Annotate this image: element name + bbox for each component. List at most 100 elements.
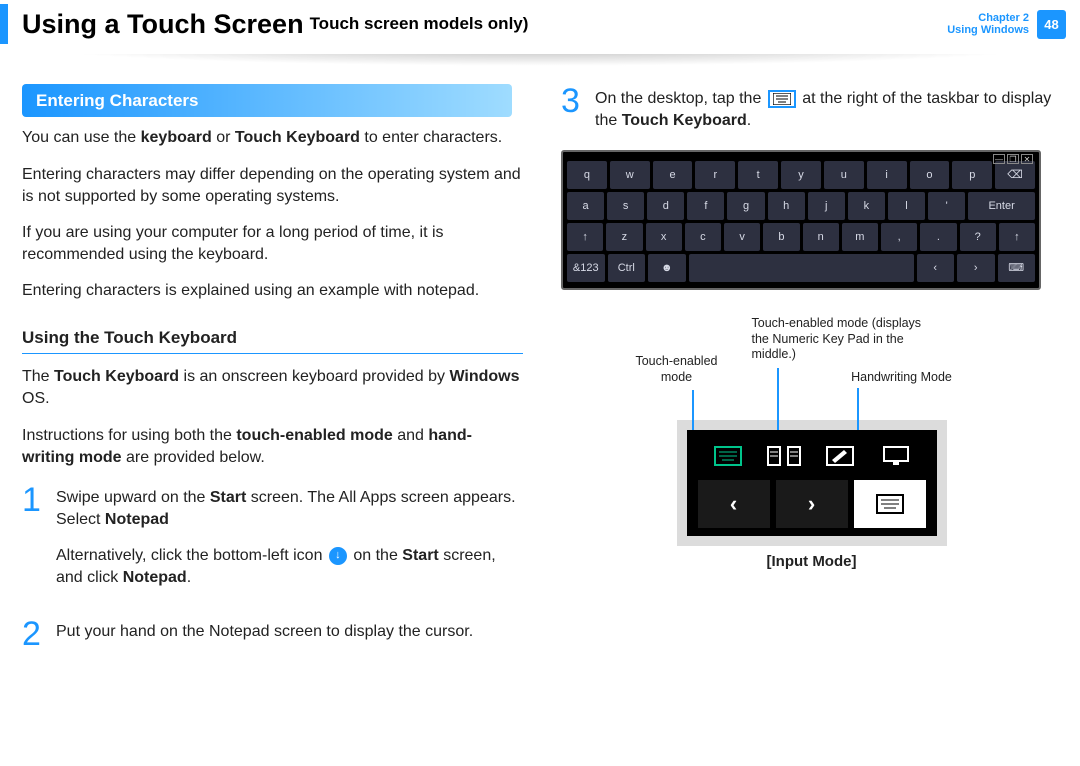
key[interactable]: &123 [567, 254, 605, 282]
pointer-line [692, 390, 694, 430]
text: The [22, 368, 54, 385]
key[interactable]: Enter [968, 192, 1035, 220]
prev-button[interactable]: ‹ [698, 480, 770, 528]
key[interactable]: ⌫ [995, 161, 1035, 189]
key[interactable]: q [567, 161, 607, 189]
paragraph: You can use the keyboard or Touch Keyboa… [22, 127, 523, 149]
text: Swipe upward on the [56, 489, 210, 506]
page-body: Entering Characters You can use the keyb… [0, 84, 1080, 671]
key[interactable]: y [781, 161, 821, 189]
key[interactable]: s [607, 192, 644, 220]
text: are provided below. [122, 449, 265, 466]
input-mode-label: [Input Mode] [561, 552, 1062, 573]
text: Alternatively, click the bottom-left ico… [56, 547, 327, 564]
key[interactable]: ' [928, 192, 965, 220]
step-3: 3 On the desktop, tap the at the right o… [561, 84, 1062, 132]
key[interactable]: c [685, 223, 721, 251]
key[interactable]: w [610, 161, 650, 189]
key[interactable]: j [808, 192, 845, 220]
callout-touch-mode: Touch-enabled mode [622, 354, 732, 385]
minimize-icon: — [993, 154, 1005, 164]
mode-split-icon[interactable] [759, 438, 809, 474]
paragraph: Entering characters may differ depending… [22, 164, 523, 208]
keyboard-icon [768, 90, 796, 108]
key[interactable]: z [606, 223, 642, 251]
close-icon: ✕ [1021, 154, 1033, 164]
keyboard-row: &123Ctrl☻ ‹›⌨ [567, 254, 1035, 282]
paragraph: If you are using your computer for a lon… [22, 222, 523, 266]
paragraph: Instructions for using both the touch-en… [22, 425, 523, 469]
key[interactable]: b [763, 223, 799, 251]
keyboard-row: qwertyuiop⌫ [567, 161, 1035, 189]
key[interactable]: r [695, 161, 735, 189]
key[interactable]: v [724, 223, 760, 251]
key[interactable]: h [768, 192, 805, 220]
key[interactable]: a [567, 192, 604, 220]
key[interactable]: . [920, 223, 956, 251]
key[interactable]: x [646, 223, 682, 251]
text: . [187, 569, 191, 586]
panel-row-top [695, 438, 929, 474]
text-bold: Touch Keyboard [54, 368, 179, 385]
key[interactable]: u [824, 161, 864, 189]
text-bold: Touch Keyboard [622, 112, 747, 129]
text-bold: Windows [449, 368, 519, 385]
mode-touch-icon[interactable] [703, 438, 753, 474]
step-body: Swipe upward on the Start screen. The Al… [56, 483, 523, 603]
key[interactable]: l [888, 192, 925, 220]
key[interactable]: › [957, 254, 995, 282]
window-controls: — ❐ ✕ [993, 154, 1033, 164]
pointer-line [777, 368, 779, 430]
callout-handwriting-mode: Handwriting Mode [837, 370, 967, 386]
touch-keyboard-screenshot: — ❐ ✕ qwertyuiop⌫ asdfghjkl'Enter ↑zxcvb… [561, 150, 1041, 290]
panel-row-bottom: ‹ › [695, 480, 929, 528]
key[interactable]: ‹ [917, 254, 955, 282]
keyboard-row: asdfghjkl'Enter [567, 192, 1035, 220]
step-number: 1 [22, 483, 44, 603]
key[interactable]: n [803, 223, 839, 251]
keyboard-row: ↑zxcvbnm,.?↑ [567, 223, 1035, 251]
text: OS. [22, 390, 50, 407]
key[interactable]: , [881, 223, 917, 251]
key[interactable]: t [738, 161, 778, 189]
header-meta-block: Chapter 2 Using Windows 48 [947, 10, 1080, 39]
key[interactable]: d [647, 192, 684, 220]
paragraph: Entering characters is explained using a… [22, 280, 523, 302]
key[interactable]: ↑ [999, 223, 1035, 251]
pointer-line [857, 388, 859, 430]
key[interactable]: f [687, 192, 724, 220]
step-body: Put your hand on the Notepad screen to d… [56, 617, 523, 657]
key[interactable]: e [653, 161, 693, 189]
input-mode-panel: ‹ › [677, 420, 947, 546]
keyboard-toggle-button[interactable] [854, 480, 926, 528]
mode-standard-icon[interactable] [871, 438, 921, 474]
key[interactable]: ? [960, 223, 996, 251]
text: to enter characters. [360, 129, 502, 146]
key[interactable]: k [848, 192, 885, 220]
step-number: 3 [561, 84, 583, 132]
text-bold: Touch Keyboard [235, 129, 360, 146]
page-header: Using a Touch Screen Touch screen models… [0, 0, 1080, 48]
key[interactable]: Ctrl [608, 254, 646, 282]
text-bold: keyboard [141, 129, 212, 146]
header-meta: Chapter 2 Using Windows [947, 12, 1029, 36]
step-2: 2 Put your hand on the Notepad screen to… [22, 617, 523, 657]
key[interactable]: m [842, 223, 878, 251]
next-button[interactable]: › [776, 480, 848, 528]
text-bold: Notepad [123, 569, 187, 586]
key[interactable]: ↑ [567, 223, 603, 251]
left-column: Entering Characters You can use the keyb… [22, 84, 523, 671]
key[interactable]: g [727, 192, 764, 220]
key[interactable]: p [952, 161, 992, 189]
key[interactable]: ☻ [648, 254, 686, 282]
key[interactable]: ⌨ [998, 254, 1036, 282]
spacebar-key[interactable] [689, 254, 914, 282]
text: On the desktop, tap the [595, 90, 766, 107]
mode-handwriting-icon[interactable] [815, 438, 865, 474]
text-bold: touch-enabled mode [236, 427, 392, 444]
subheading: Using the Touch Keyboard [22, 326, 523, 354]
key[interactable]: o [910, 161, 950, 189]
key[interactable]: i [867, 161, 907, 189]
page-number-badge: 48 [1037, 10, 1066, 39]
text: or [212, 129, 235, 146]
